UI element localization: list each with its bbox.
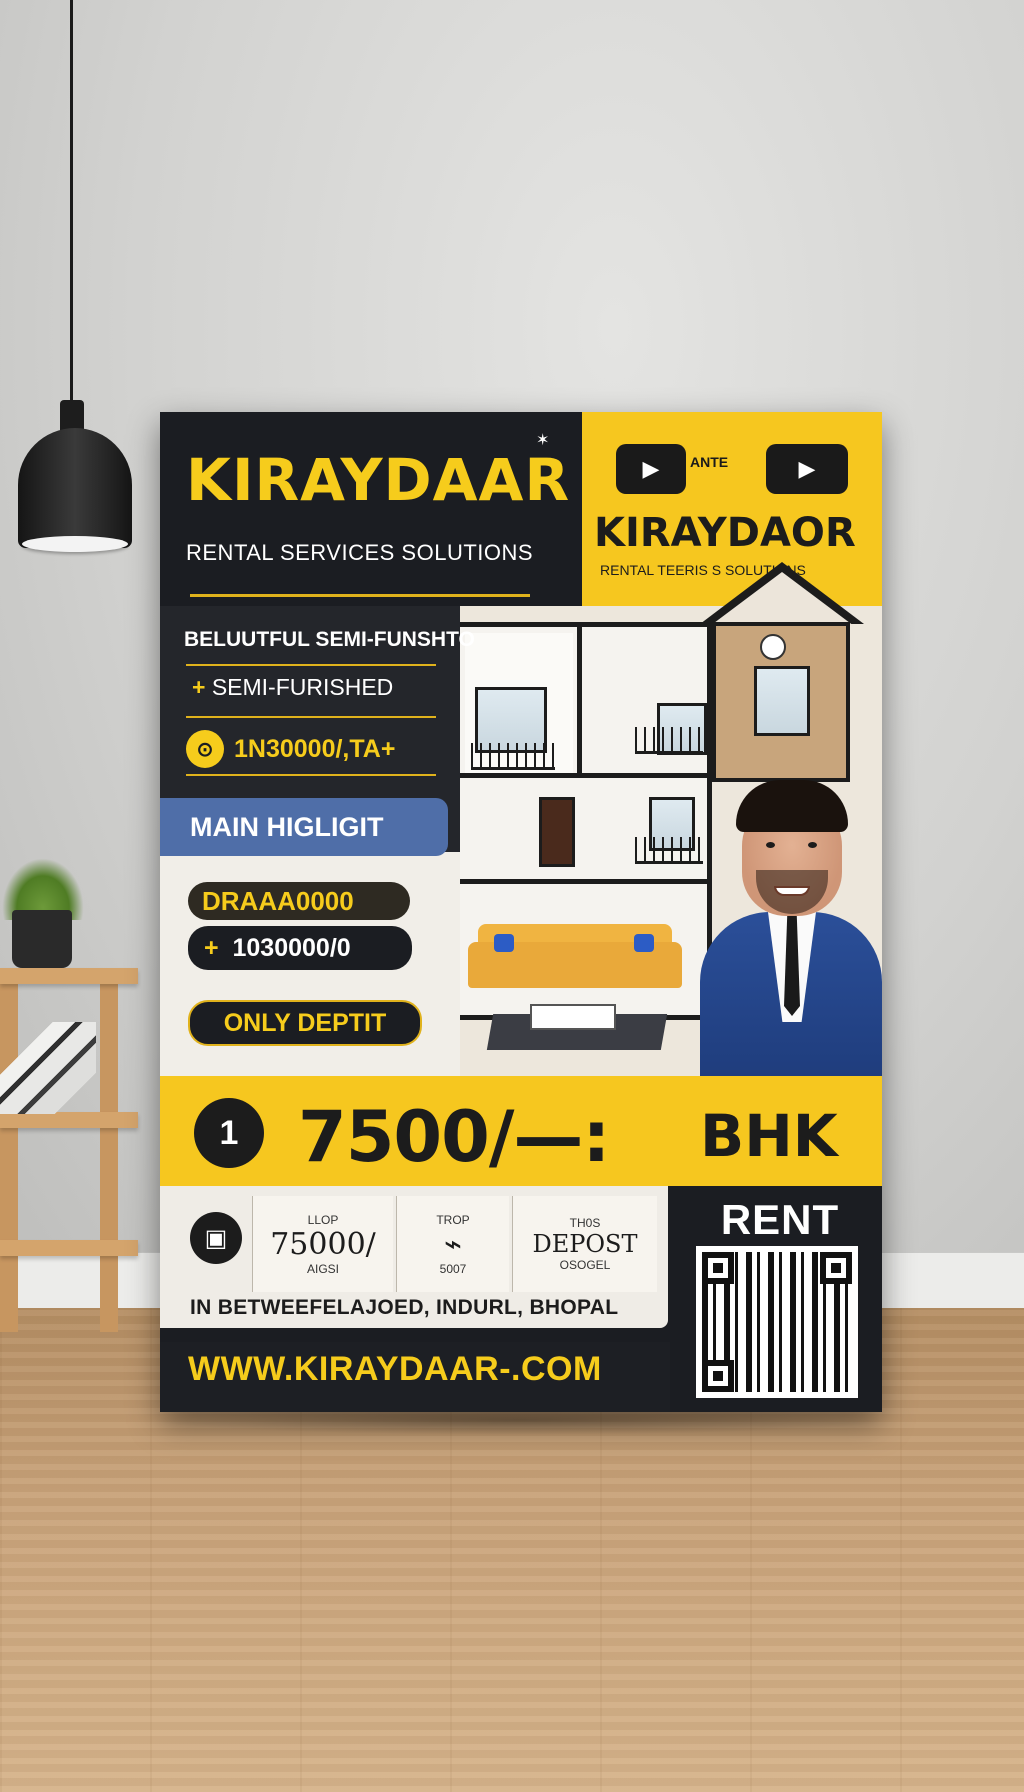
coffee-table <box>530 1004 616 1030</box>
property-description: BELUUTFUL SEMI-FUNSHTO <box>184 628 475 651</box>
plus-icon: + <box>204 933 233 962</box>
furnishing-text: SEMI-FURISHED <box>211 674 394 700</box>
lamp-cord <box>70 0 73 410</box>
rental-poster: ✶ KIRAYDAAR RENTAL SERVICES SOLUTIONS ▶ … <box>160 412 882 1412</box>
gold-divider <box>186 664 436 666</box>
clock-icon <box>760 634 786 660</box>
address: IN BETWEEFELAJOED, INDURL, BHOPAL <box>190 1296 619 1319</box>
info-card: TROP ⌁ 5007 <box>396 1196 509 1292</box>
play-icon[interactable]: ▶ <box>616 444 686 494</box>
balcony-rail <box>635 727 703 754</box>
house-roof-inner <box>710 572 854 626</box>
floor-divider <box>459 879 707 884</box>
door-icon <box>539 797 575 867</box>
card-label: TH0S <box>569 1216 601 1230</box>
shelf-board <box>0 968 138 984</box>
highlight-pill: + 1030000/0 <box>188 926 412 970</box>
balcony-rail <box>471 743 555 770</box>
gold-divider <box>186 774 436 776</box>
bhk-label: BHK <box>700 1102 838 1170</box>
person-eye <box>808 842 817 848</box>
shelf-post <box>100 970 118 1332</box>
furnishing-line: + SEMI-FURISHED <box>192 674 393 701</box>
qr-finder <box>820 1252 852 1284</box>
cushion <box>634 934 654 952</box>
brand-title-alt: KIRAYDAOR <box>594 510 856 556</box>
info-card: LLOP 75000/ AIGSI <box>252 1196 393 1292</box>
person-eye <box>766 842 775 848</box>
price-line: ⊙ 1N30000/,TA+ <box>186 730 395 768</box>
sofa <box>468 934 682 988</box>
price-text: 1N30000/,TA+ <box>234 734 396 763</box>
qr-code[interactable] <box>696 1246 858 1398</box>
plant-pot <box>12 910 72 968</box>
wall-divider <box>577 627 582 777</box>
deposit-pill: ONLY DEPTIT <box>188 1000 422 1046</box>
pill-text: DRAAA0000 <box>202 885 354 916</box>
coin-icon: ⊙ <box>186 730 224 768</box>
info-card: TH0S DEPOST OSOGEL <box>512 1196 657 1292</box>
balcony-rail <box>635 837 703 864</box>
pill-text: ONLY DEPTIT <box>223 1008 387 1037</box>
person-smile <box>774 886 810 896</box>
window-icon <box>754 666 810 736</box>
shelf-board <box>0 1112 138 1128</box>
rent-label: RENT <box>720 1196 840 1243</box>
floor-divider <box>459 773 707 778</box>
shelf-board <box>0 1240 138 1256</box>
card-label: TROP <box>436 1212 470 1227</box>
highlight-pill: DRAAA0000 <box>188 882 410 920</box>
card-label: OSOGEL <box>559 1258 611 1272</box>
card-label: AIGSI <box>306 1261 339 1276</box>
lamp-rim <box>22 536 128 552</box>
faucet-icon: ⌁ <box>443 1226 463 1262</box>
image-icon: ▣ <box>190 1212 242 1264</box>
card-value: 75000/ <box>270 1226 376 1262</box>
gold-divider <box>186 716 436 718</box>
qr-finder <box>702 1252 734 1284</box>
cushion <box>494 934 514 952</box>
pendant-lamp <box>18 428 132 548</box>
card-label: 5007 <box>439 1261 467 1276</box>
card-value: DEPOST <box>532 1230 638 1258</box>
website-link[interactable]: WWW.KIRAYDAAR-.COM <box>188 1350 602 1389</box>
plus-icon: + <box>192 674 212 700</box>
card-label: LLOP <box>307 1212 339 1227</box>
pill-text: 1030000/0 <box>232 933 351 962</box>
brand-subtitle: RENTAL SERVICES SOLUTIONS <box>186 540 534 565</box>
brand-title: KIRAYDAAR <box>186 446 571 514</box>
rent-icon: 1 <box>194 1098 264 1168</box>
gold-divider <box>190 594 530 597</box>
rent-amount: 7500/—: <box>298 1096 610 1178</box>
highlight-title: MAIN HIGLIGIT <box>190 812 384 842</box>
qr-finder <box>702 1360 734 1392</box>
header-small-text: ANTE <box>690 454 729 470</box>
books <box>0 1022 96 1114</box>
qr-pattern <box>702 1252 852 1392</box>
play-icon[interactable]: ▶ <box>766 444 848 494</box>
